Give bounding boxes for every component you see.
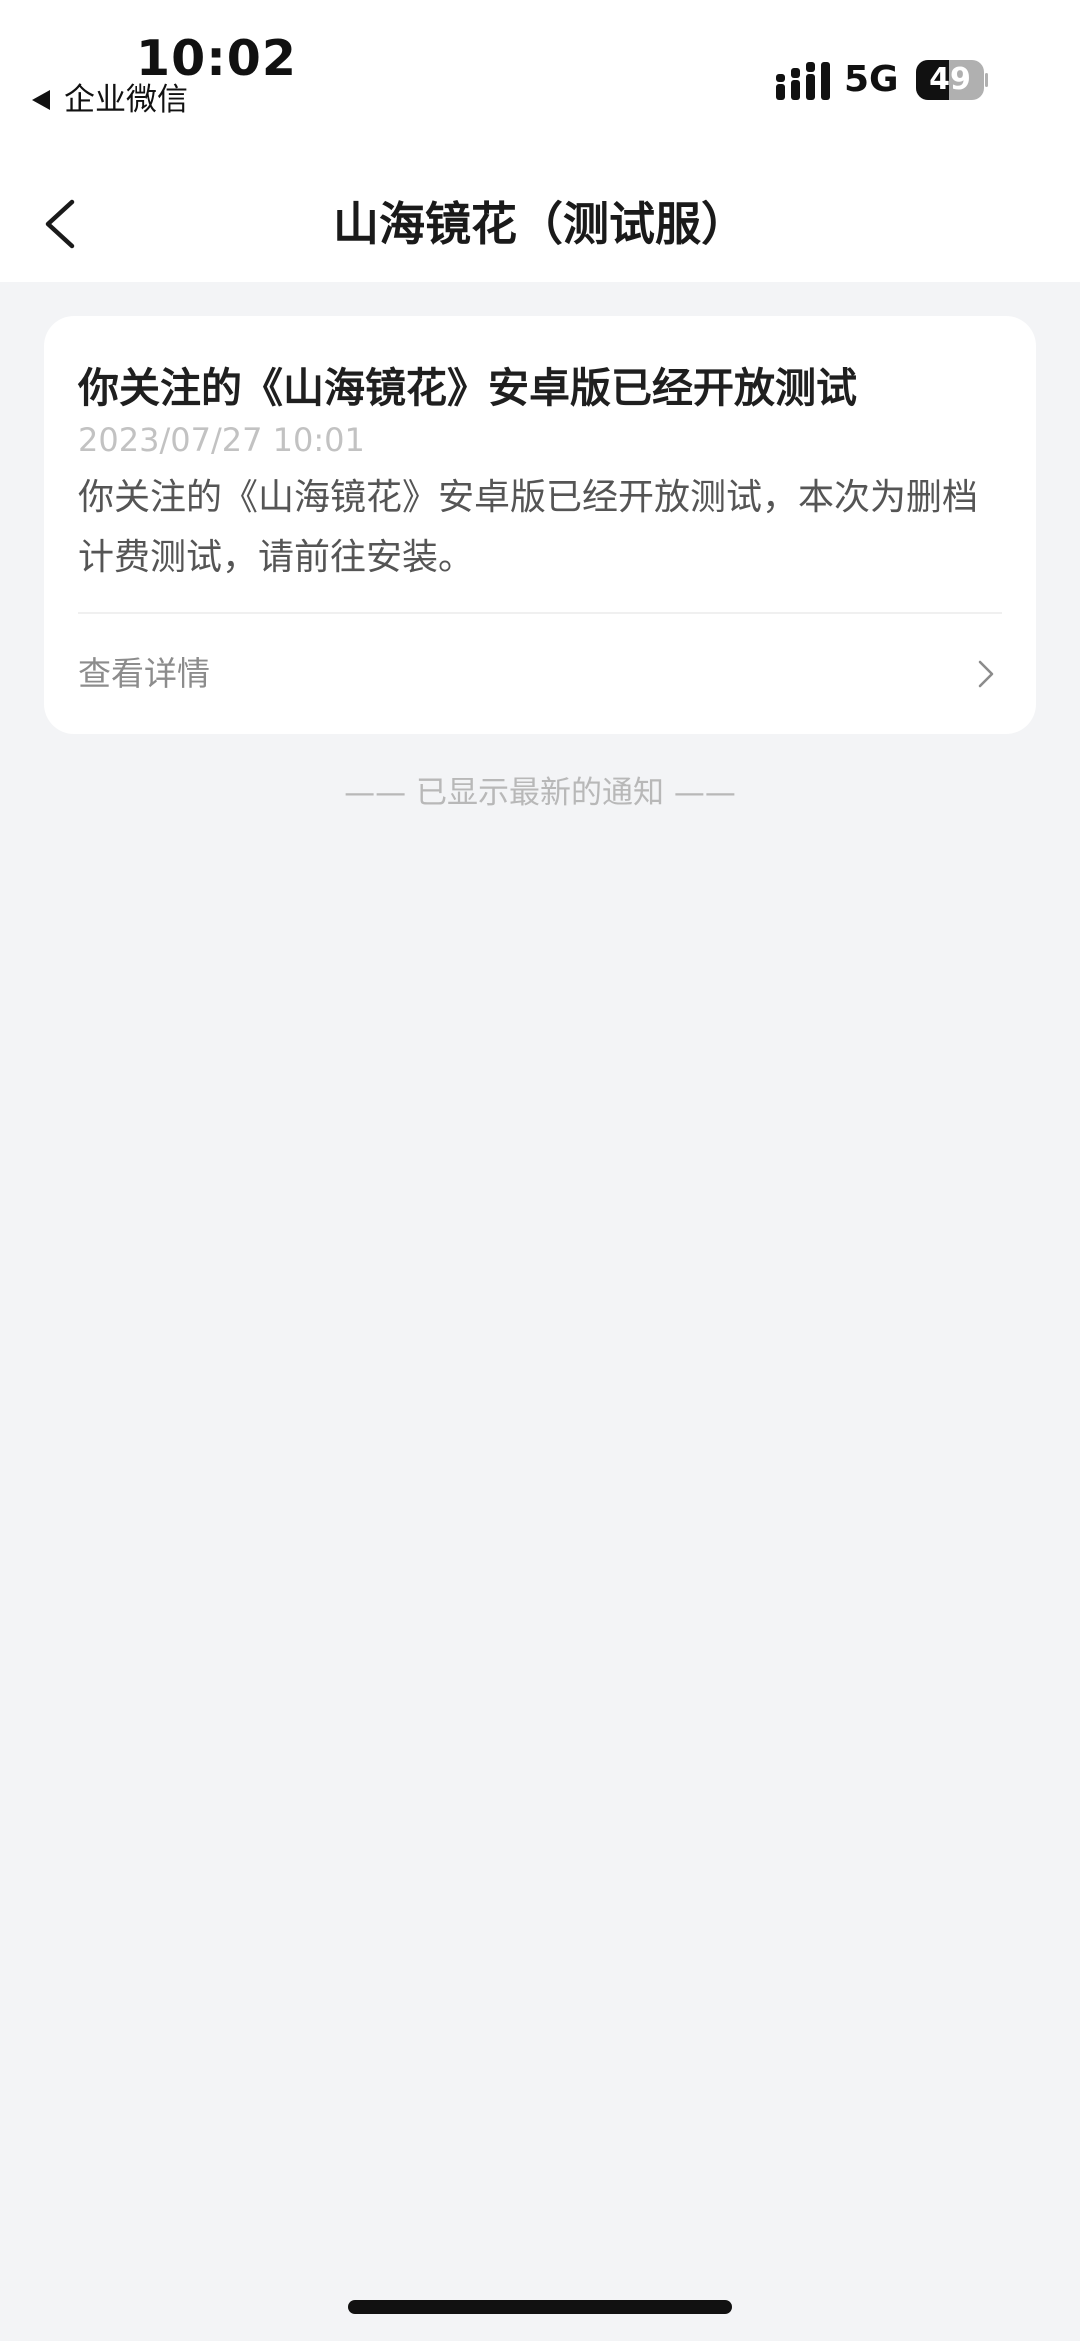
view-details-label: 查看详情 <box>78 654 210 693</box>
back-triangle-icon <box>32 90 50 110</box>
notification-time: 2023/07/27 10:01 <box>78 421 365 459</box>
chevron-right-icon <box>978 660 994 688</box>
status-back-label: 企业微信 <box>64 82 188 118</box>
end-of-list-hint: —— 已显示最新的通知 —— <box>344 775 736 811</box>
home-indicator[interactable] <box>348 2300 732 2314</box>
header-area: 10:02 企业微信 5G 49 山海镜花（测试服） <box>0 0 1080 282</box>
network-type: 5G <box>844 59 899 100</box>
cellular-signal-icon <box>776 62 830 100</box>
notification-title: 你关注的《山海镜花》安卓版已经开放测试 <box>78 364 857 412</box>
status-back-to-app[interactable]: 企业微信 <box>32 80 188 120</box>
page-title: 山海镜花（测试服） <box>333 197 747 251</box>
view-details-link[interactable]: 查看详情 <box>44 614 1036 734</box>
notification-card[interactable]: 你关注的《山海镜花》安卓版已经开放测试 2023/07/27 10:01 你关注… <box>44 316 1036 734</box>
battery-level: 49 <box>929 62 971 97</box>
notification-body: 你关注的《山海镜花》安卓版已经开放测试，本次为删档计费测试，请前往安装。 <box>78 477 979 578</box>
